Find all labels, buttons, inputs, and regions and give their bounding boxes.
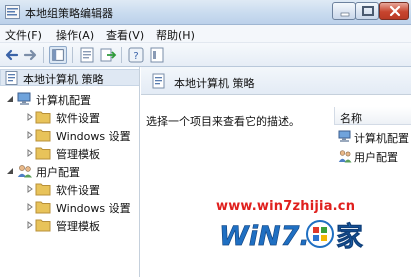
collapse-triangle-icon[interactable] [6, 167, 14, 175]
folder-icon [35, 201, 51, 214]
column-header-name[interactable]: 名称 [334, 107, 411, 125]
details-header: 本地计算机 策略 [141, 67, 411, 95]
expand-triangle-icon[interactable] [26, 149, 34, 157]
filter-icon[interactable] [148, 46, 166, 64]
computer-icon [17, 92, 31, 105]
menu-bar: 文件(F) 操作(A) 查看(V) 帮助(H) [0, 25, 411, 43]
policy-document-icon [5, 71, 18, 85]
menu-action[interactable]: 操作(A) [56, 27, 94, 43]
tree-item-software-settings[interactable]: 软件设置 [0, 109, 139, 126]
expand-triangle-icon[interactable] [26, 203, 34, 211]
windows-flag-icon [306, 220, 334, 248]
toolbar-separator [72, 47, 73, 63]
tree-item-label: 本地计算机 策略 [23, 73, 104, 86]
tree-item-label: 用户配置 [36, 166, 80, 179]
list-item-user-config[interactable]: 用户配置 [338, 148, 411, 164]
menu-help[interactable]: 帮助(H) [156, 27, 195, 43]
toolbar: ? [0, 43, 411, 67]
title-bar[interactable]: 本地组策略编辑器 [0, 0, 411, 25]
group-policy-app-icon [5, 5, 20, 19]
folder-icon [35, 111, 51, 124]
properties-icon[interactable] [78, 46, 96, 64]
tree-item-label: 软件设置 [56, 184, 100, 197]
tree-item-label: 管理模板 [56, 148, 100, 161]
toolbar-separator [121, 47, 122, 63]
close-icon [389, 5, 401, 17]
minimize-button[interactable] [332, 2, 356, 20]
maximize-button[interactable] [355, 2, 379, 20]
expand-triangle-icon[interactable] [26, 131, 34, 139]
folder-icon [35, 147, 51, 160]
details-title: 本地计算机 策略 [174, 77, 255, 90]
list-item-label: 用户配置 [354, 151, 398, 164]
column-header-label: 名称 [340, 112, 362, 125]
close-button[interactable] [379, 2, 409, 20]
list-item-label: 计算机配置 [354, 132, 409, 145]
tree-item-label: Windows 设置 [56, 130, 131, 143]
svg-text:家: 家 [336, 221, 363, 253]
minimize-icon [340, 12, 350, 17]
computer-icon [338, 130, 351, 142]
export-list-icon[interactable] [99, 46, 117, 64]
tree-item-label: 计算机配置 [36, 94, 91, 107]
toolbar-separator [43, 47, 44, 63]
tree-item-label: 管理模板 [56, 220, 100, 233]
menu-file[interactable]: 文件(F) [5, 27, 42, 43]
svg-text:?: ? [133, 51, 138, 62]
expand-triangle-icon[interactable] [26, 185, 34, 193]
show-hide-tree-icon[interactable] [49, 46, 67, 64]
tree-item-admin-templates[interactable]: 管理模板 [0, 145, 139, 162]
svg-text:WiN7.: WiN7. [219, 221, 310, 252]
help-icon[interactable]: ? [127, 46, 145, 64]
tree-item-label: 软件设置 [56, 112, 100, 125]
tree-item-software-settings[interactable]: 软件设置 [0, 181, 139, 198]
folder-icon [35, 219, 51, 232]
tree-item-admin-templates[interactable]: 管理模板 [0, 217, 139, 234]
window-title: 本地组策略编辑器 [25, 7, 113, 20]
watermark-url: www.win7zhijia.cn [216, 199, 356, 214]
policy-document-icon [152, 73, 165, 89]
description-text: 选择一个项目来查看它的描述。 [146, 115, 300, 128]
collapse-triangle-icon[interactable] [6, 95, 14, 103]
menu-view[interactable]: 查看(V) [106, 27, 144, 43]
win7zhijia-logo: WiN7. 家 [219, 220, 363, 253]
tree-pane[interactable]: 本地计算机 策略 计算机配置 软件设置 Windows 设置 管理模板 用户配置… [0, 67, 140, 277]
forward-arrow-icon[interactable] [21, 46, 39, 64]
folder-icon [35, 183, 51, 196]
folder-icon [35, 129, 51, 142]
maximize-icon [362, 6, 374, 16]
tree-item-local-policy[interactable]: 本地计算机 策略 [0, 69, 139, 86]
expand-triangle-icon[interactable] [26, 221, 34, 229]
tree-item-windows-settings[interactable]: Windows 设置 [0, 199, 139, 216]
back-arrow-icon[interactable] [3, 46, 21, 64]
users-icon [338, 150, 352, 163]
tree-item-label: Windows 设置 [56, 202, 131, 215]
tree-item-windows-settings[interactable]: Windows 设置 [0, 127, 139, 144]
list-item-computer-config[interactable]: 计算机配置 [338, 129, 411, 145]
tree-item-user-config[interactable]: 用户配置 [0, 163, 139, 180]
users-icon [17, 165, 32, 178]
expand-triangle-icon[interactable] [26, 113, 34, 121]
tree-item-computer-config[interactable]: 计算机配置 [0, 91, 139, 108]
